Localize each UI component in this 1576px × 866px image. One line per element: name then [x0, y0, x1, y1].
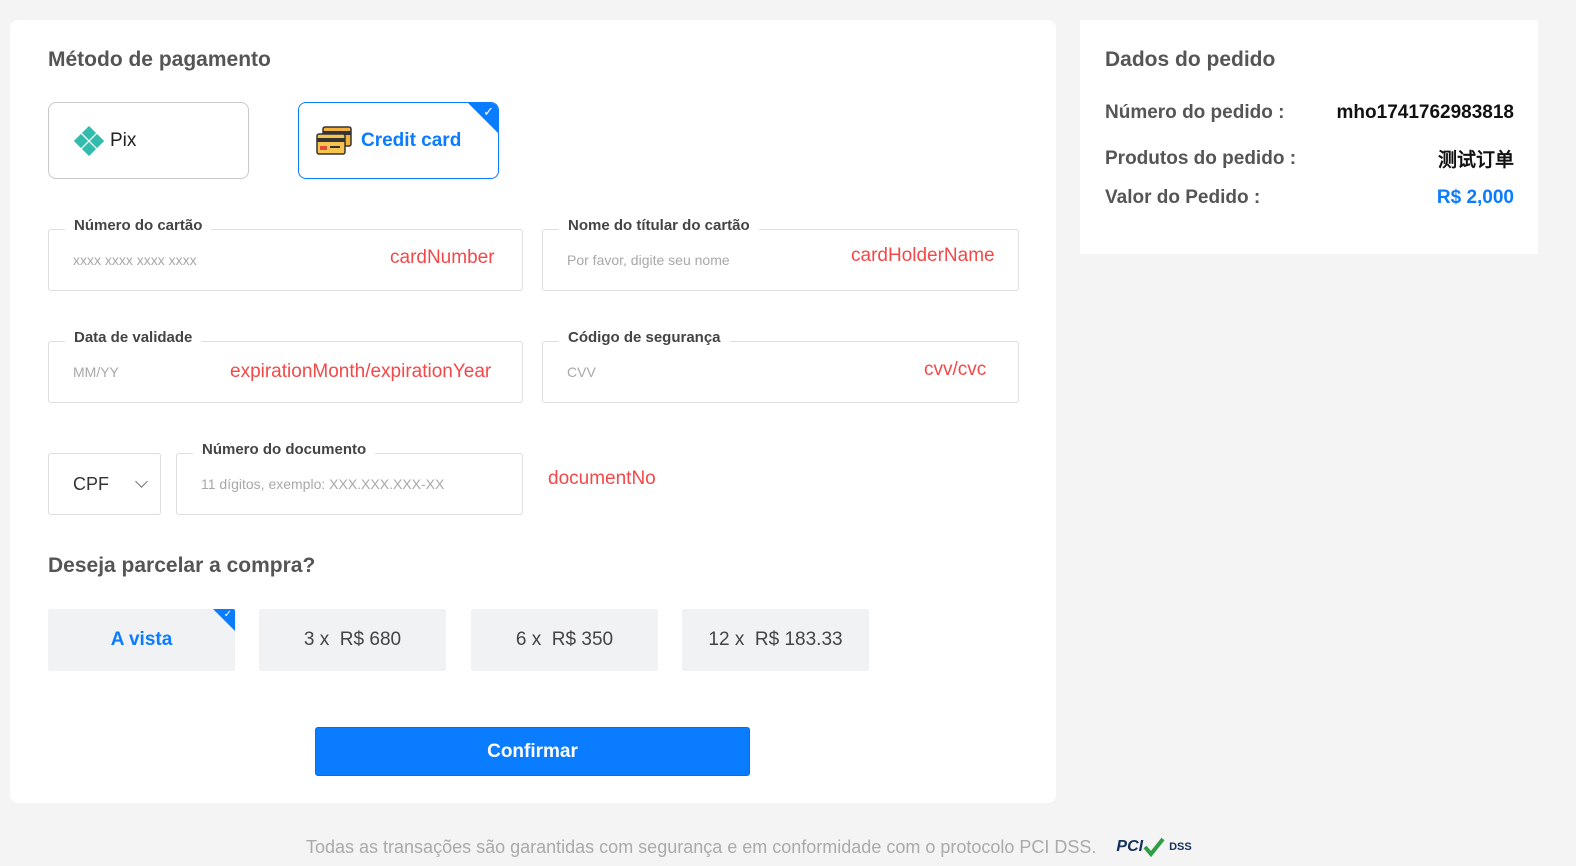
order-products-value: 测试订单 [1437, 150, 1514, 171]
installments-title: Deseja parcelar a compra? [48, 554, 316, 577]
document-number-field: Número do documento [176, 441, 523, 515]
installment-label: 3 x R$ 680 [303, 629, 402, 650]
pix-method-label: Pix [110, 129, 137, 151]
cvv-label: Código de segurança [559, 329, 730, 346]
holder-name-annotation: cardHolderName [851, 245, 995, 266]
card-number-field: Número do cartão cardNumber [48, 217, 523, 291]
installment-option-3x[interactable]: 3 x R$ 680 [259, 609, 446, 671]
check-icon: ✓ [483, 104, 494, 119]
document-number-label: Número do documento [193, 441, 376, 458]
cvv-annotation: cvv/cvc [924, 359, 987, 380]
order-value-key: Valor do Pedido : [1105, 187, 1261, 208]
order-products-row: Produtos do pedido : 测试订单 [1105, 145, 1514, 172]
order-products-key: Produtos do pedido : [1105, 147, 1297, 169]
footer-text: Todas as transações são garantidas com s… [306, 836, 1097, 857]
credit-card-method-card[interactable]: Credit card ✓ [298, 102, 499, 179]
check-icon: ✓ [223, 609, 232, 620]
document-number-input[interactable] [201, 476, 511, 492]
document-type-value: CPF [73, 473, 109, 494]
installment-label: 6 x R$ 350 [515, 629, 614, 650]
expiry-annotation: expirationMonth/expirationYear [230, 361, 492, 382]
cvv-field: Código de segurança cvv/cvc [542, 329, 1019, 403]
cvv-input[interactable] [567, 364, 867, 380]
order-value-amount: R$ 2,000 [1436, 187, 1514, 208]
installment-label: 12 x R$ 183.33 [708, 629, 843, 650]
checkmark-icon [1143, 837, 1165, 857]
order-title: Dados do pedido [1105, 48, 1276, 71]
holder-name-label: Nome do títular do cartão [559, 217, 759, 234]
card-number-input[interactable] [73, 252, 373, 268]
installment-option-a-vista[interactable]: A vista ✓ [48, 609, 235, 671]
pci-dss-logo: PCI DSS [1116, 835, 1192, 859]
card-number-annotation: cardNumber [390, 247, 495, 268]
order-number-value: mho1741762983818 [1336, 102, 1514, 123]
document-type-select[interactable]: CPF [48, 453, 161, 515]
card-number-label: Número do cartão [65, 217, 212, 234]
installment-option-12x[interactable]: 12 x R$ 183.33 [682, 609, 869, 671]
credit-card-method-label: Credit card [361, 129, 462, 151]
document-number-annotation: documentNo [548, 468, 656, 489]
payment-panel: Método de pagamento Pix Credit card ✓ Nú… [10, 20, 1056, 803]
pci-logo-text: PCI [1116, 838, 1144, 855]
order-number-row: Número do pedido : mho1741762983818 [1105, 102, 1514, 124]
confirm-button[interactable]: Confirmar [315, 727, 750, 776]
pci-logo-subtext: DSS [1169, 840, 1192, 853]
expiry-field: Data de validade expirationMonth/expirat… [48, 329, 523, 403]
payment-title: Método de pagamento [48, 48, 271, 71]
order-number-key: Número do pedido : [1105, 102, 1285, 123]
order-panel: Dados do pedido Número do pedido : mho17… [1080, 20, 1538, 254]
order-value-row: Valor do Pedido : R$ 2,000 [1105, 187, 1514, 209]
expiry-input[interactable] [73, 364, 213, 380]
holder-name-input[interactable] [567, 252, 867, 268]
holder-name-field: Nome do títular do cartão cardHolderName [542, 217, 1019, 291]
installment-option-6x[interactable]: 6 x R$ 350 [471, 609, 658, 671]
pix-icon [74, 125, 104, 156]
chevron-down-icon [135, 475, 148, 488]
pix-method-card[interactable]: Pix [48, 102, 249, 179]
footer: Todas as transações são garantidas com s… [306, 835, 1192, 859]
expiry-label: Data de validade [65, 329, 202, 346]
credit-card-icon [316, 125, 353, 156]
installment-label: A vista [110, 629, 173, 650]
